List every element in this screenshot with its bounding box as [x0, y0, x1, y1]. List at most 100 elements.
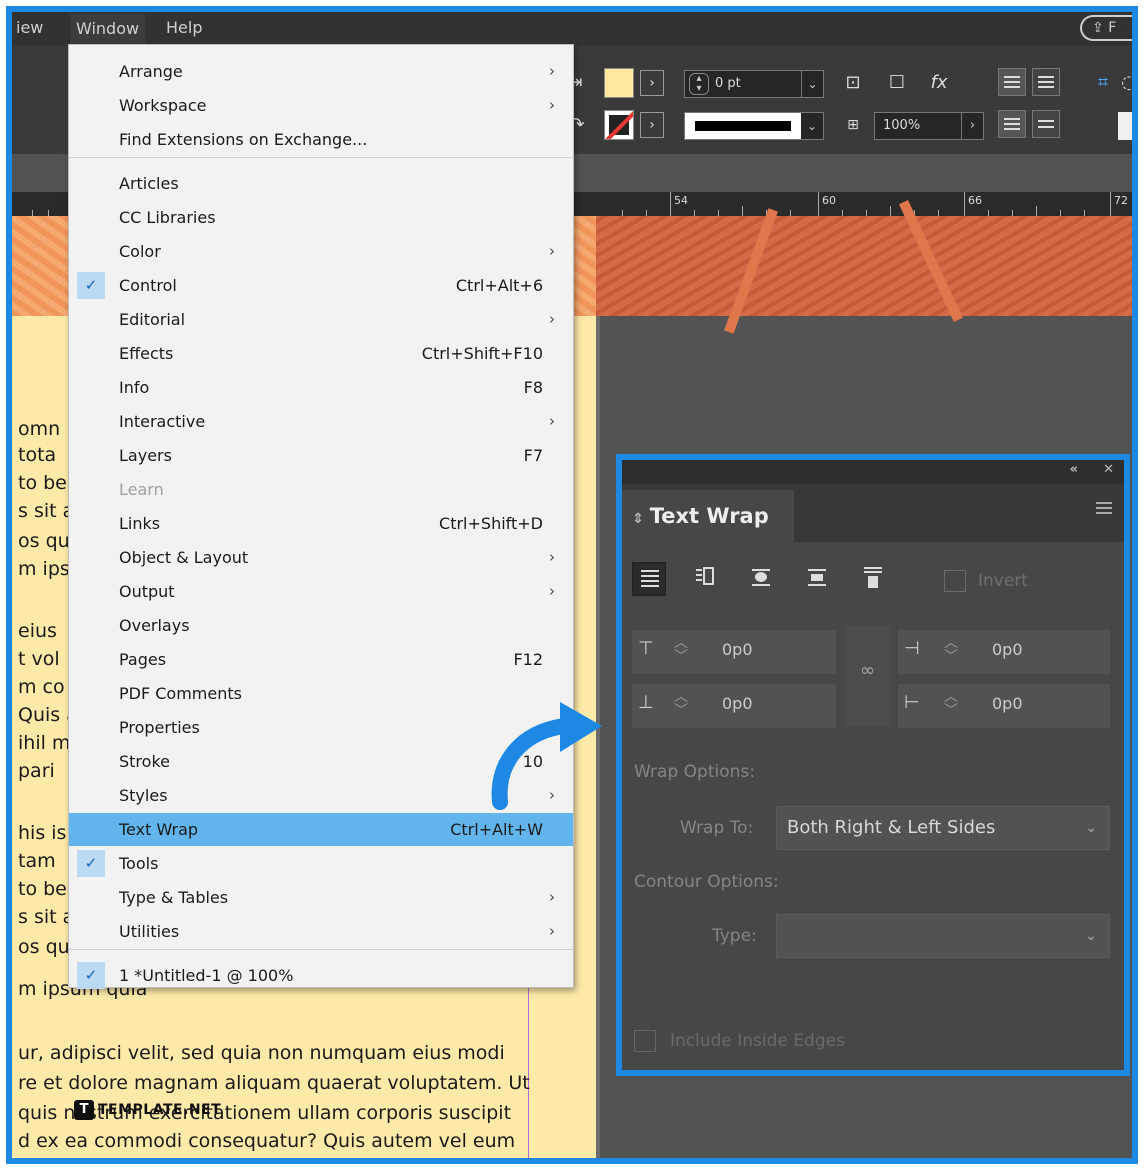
contour-type-select[interactable]: ⌄: [776, 914, 1110, 958]
chevron-down-icon: ⌄: [1085, 820, 1097, 836]
menu-item-shortcut: Ctrl+Alt+6: [455, 276, 543, 295]
menu-item-learn[interactable]: Learn: [69, 473, 573, 506]
fx-icon[interactable]: fx: [926, 70, 952, 96]
align-button-4[interactable]: [1032, 110, 1060, 138]
checkmark-icon: ✓: [77, 272, 105, 299]
collapse-icon[interactable]: «: [1070, 462, 1078, 477]
chevron-down-icon[interactable]: ⌄: [801, 113, 823, 139]
leaf-image-right[interactable]: [596, 199, 1132, 334]
ruler-label: 54: [674, 194, 688, 207]
menu-item-find-extensions-on-exchange[interactable]: Find Extensions on Exchange...: [69, 123, 573, 156]
menu-item-label: Text Wrap: [119, 820, 199, 839]
share-button[interactable]: ⇪ F: [1080, 15, 1132, 41]
top-offset-field[interactable]: ⊤ ︿ ﹀ 0p0: [632, 630, 836, 674]
menu-item-type-tables[interactable]: Type & Tables ›: [69, 881, 573, 914]
include-inside-edges-checkbox[interactable]: Include Inside Edges: [634, 1030, 845, 1052]
invert-checkbox[interactable]: Invert: [944, 570, 1028, 592]
wrap-bounding-box-button[interactable]: [688, 562, 722, 596]
menu-item-output[interactable]: Output ›: [69, 575, 573, 608]
left-offset-icon: ⊣: [904, 638, 920, 659]
menu-item-label: Find Extensions on Exchange...: [119, 130, 368, 149]
no-text-wrap-button[interactable]: [632, 562, 666, 596]
menu-item-control[interactable]: ✓ Control Ctrl+Alt+6: [69, 269, 573, 302]
panel-menu-icon[interactable]: [1096, 502, 1112, 517]
menu-item-shortcut: F12: [513, 650, 543, 669]
menu-item-label: Styles: [119, 786, 168, 805]
panel-titlebar[interactable]: « ✕: [622, 460, 1124, 484]
select-icon[interactable]: ⌗: [1090, 70, 1116, 96]
wrap-to-select[interactable]: Both Right & Left Sides ⌄: [776, 806, 1110, 850]
chevron-down-icon[interactable]: ⌄: [801, 71, 823, 97]
menu-item-arrange[interactable]: Arrange ›: [69, 55, 573, 88]
align-button-3[interactable]: [998, 110, 1026, 138]
make-all-settings-same-button[interactable]: ∞: [846, 626, 890, 726]
menu-item-interactive[interactable]: Interactive ›: [69, 405, 573, 438]
menu-item-utilities[interactable]: Utilities ›: [69, 915, 573, 948]
stepper-icon[interactable]: ︿ ﹀: [944, 690, 958, 718]
menu-view[interactable]: iew: [16, 18, 43, 37]
fill-arrow-button[interactable]: ›: [640, 70, 664, 96]
align-button-2[interactable]: [1032, 68, 1060, 96]
menu-window[interactable]: Window: [70, 14, 146, 44]
menu-item-label: Overlays: [119, 616, 190, 635]
square-icon[interactable]: ☐: [884, 70, 910, 96]
text-line: m co: [18, 676, 65, 698]
bottom-offset-field[interactable]: ⊥ ︿ ﹀ 0p0: [632, 684, 836, 728]
bottom-offset-icon: ⊥: [638, 692, 654, 713]
tab-text-wrap[interactable]: ⇕ Text Wrap: [622, 490, 794, 542]
menu-item-text-wrap[interactable]: Text Wrap Ctrl+Alt+W: [69, 813, 573, 846]
text-wrap-panel: « ✕ ⇕ Text Wrap Invert ⊤ ︿ ﹀ 0p0 ⊥ ︿ ﹀ 0…: [616, 454, 1130, 1076]
fill-swatch[interactable]: [604, 68, 634, 98]
stroke-swatch[interactable]: [604, 110, 634, 140]
stepper-icon[interactable]: ︿ ﹀: [944, 636, 958, 664]
stroke-weight-stepper-icon[interactable]: ▴ ▾: [689, 73, 709, 95]
menu-item-info[interactable]: Info F8: [69, 371, 573, 404]
jump-to-next-column-button[interactable]: [856, 562, 890, 596]
close-icon[interactable]: ✕: [1103, 462, 1114, 477]
menu-item-label: Pages: [119, 650, 167, 669]
panel-tab-row: ⇕ Text Wrap: [622, 484, 1124, 542]
menu-help[interactable]: Help: [166, 18, 202, 37]
frame-icon[interactable]: ⊡: [840, 70, 866, 96]
text-line: s sit a: [18, 500, 75, 522]
menu-item-label: Effects: [119, 344, 174, 363]
stepper-icon[interactable]: ︿ ﹀: [674, 636, 688, 664]
menu-item-effects[interactable]: Effects Ctrl+Shift+F10: [69, 337, 573, 370]
text-line: to be: [18, 878, 67, 900]
chevron-right-icon: ›: [549, 62, 555, 80]
stroke-arrow-button[interactable]: ›: [640, 112, 664, 138]
menu-item-pages[interactable]: Pages F12: [69, 643, 573, 676]
stepper-icon[interactable]: ︿ ﹀: [674, 690, 688, 718]
stepper-icon[interactable]: ◌: [1116, 70, 1132, 96]
menu-item-layers[interactable]: Layers F7: [69, 439, 573, 472]
menu-item-overlays[interactable]: Overlays: [69, 609, 573, 642]
menu-item-label: Stroke: [119, 752, 170, 771]
checkbox-icon[interactable]: [634, 1030, 656, 1052]
jump-object-button[interactable]: [800, 562, 834, 596]
menu-separator: [69, 157, 573, 158]
stroke-type-field[interactable]: ⌄: [684, 112, 824, 140]
menu-item-links[interactable]: Links Ctrl+Shift+D: [69, 507, 573, 540]
chevron-right-icon: ›: [549, 548, 555, 566]
menu-item-cc-libraries[interactable]: CC Libraries: [69, 201, 573, 234]
scale-field[interactable]: 100% ›: [874, 112, 984, 140]
chevron-right-icon: ›: [549, 922, 555, 940]
menu-item-1-untitled-1-100[interactable]: ✓ 1 *Untitled-1 @ 100%: [69, 959, 573, 992]
menu-item-label: PDF Comments: [119, 684, 242, 703]
menu-item-tools[interactable]: ✓ Tools: [69, 847, 573, 880]
menu-item-color[interactable]: Color ›: [69, 235, 573, 268]
menu-item-shortcut: Ctrl+Alt+W: [450, 820, 543, 839]
chevron-right-icon[interactable]: ›: [961, 113, 983, 139]
menu-item-articles[interactable]: Articles: [69, 167, 573, 200]
menubar: iew Window Help ⇪ F: [12, 12, 1132, 46]
wrap-object-shape-button[interactable]: [744, 562, 778, 596]
checkbox-icon[interactable]: [944, 570, 966, 592]
left-offset-field[interactable]: ⊣ ︿ ﹀ 0p0: [898, 630, 1110, 674]
align-button-1[interactable]: [998, 68, 1026, 96]
right-offset-field[interactable]: ⊢ ︿ ﹀ 0p0: [898, 684, 1110, 728]
menu-item-editorial[interactable]: Editorial ›: [69, 303, 573, 336]
stroke-weight-field[interactable]: ▴ ▾ 0 pt ⌄: [684, 70, 824, 98]
menu-item-workspace[interactable]: Workspace ›: [69, 89, 573, 122]
menu-item-object-layout[interactable]: Object & Layout ›: [69, 541, 573, 574]
type-label: Type:: [712, 926, 757, 946]
